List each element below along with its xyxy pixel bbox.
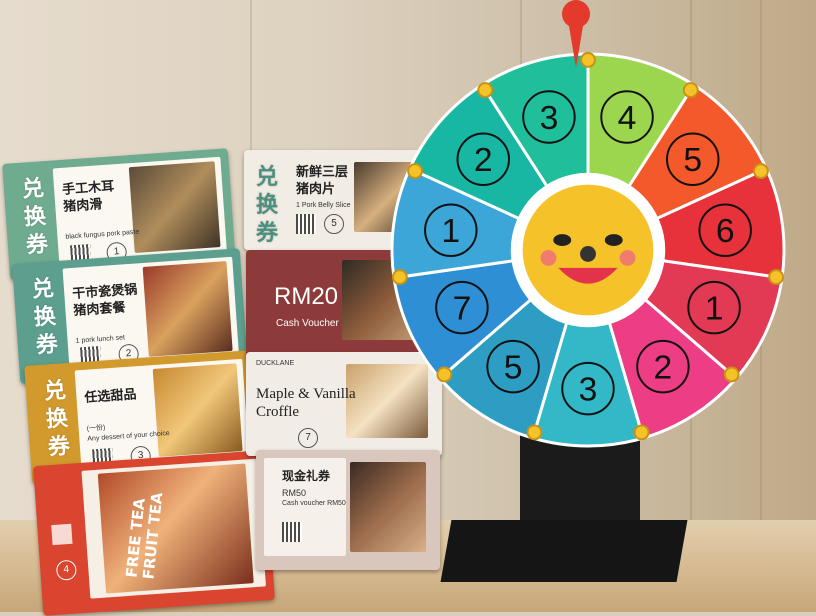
voucher-badge: 兑换券 bbox=[31, 276, 59, 359]
voucher-title-zh: 现金礼券 bbox=[282, 469, 331, 483]
voucher-card: DUCKLANE Maple & Vanilla Croffle 7 bbox=[246, 352, 442, 456]
voucher-qty: (一份) bbox=[86, 424, 106, 433]
voucher-badge: 兑换券 bbox=[21, 176, 49, 259]
wheel-number: 4 bbox=[618, 100, 637, 137]
wheel-peg bbox=[391, 269, 408, 285]
voucher-number: 4 bbox=[55, 559, 78, 581]
qr-code bbox=[282, 522, 302, 542]
voucher-title: Maple & Vanilla bbox=[256, 386, 356, 402]
wheel-peg bbox=[526, 424, 543, 441]
voucher-title-zh: 手工木耳 猪肉滑 bbox=[61, 179, 115, 215]
voucher-badge: 兑换券 bbox=[256, 165, 279, 246]
wheel-peg bbox=[633, 424, 650, 441]
wheel-number: 2 bbox=[654, 349, 673, 386]
cash-label: Cash Voucher bbox=[276, 318, 339, 329]
voucher-title-en: 1 Pork Belly Slice bbox=[296, 202, 351, 209]
smiley-cheek bbox=[540, 250, 557, 266]
smiley-eye-right bbox=[604, 234, 623, 247]
prize-wheel[interactable]: 45612357123 bbox=[390, 52, 786, 448]
smiley-eye-left bbox=[553, 234, 572, 247]
voucher-card: 现金礼券 RM50 Cash voucher RM50 bbox=[256, 450, 440, 570]
wheel-number: 1 bbox=[441, 213, 460, 250]
wheel-hub[interactable] bbox=[580, 246, 596, 262]
wheel-number: 5 bbox=[504, 349, 523, 386]
voucher-number: 7 bbox=[298, 428, 318, 448]
wheel-number: 2 bbox=[474, 142, 493, 179]
wheel-number: 7 bbox=[453, 290, 472, 327]
wheel-peg bbox=[477, 82, 494, 99]
wheel-peg bbox=[768, 269, 785, 285]
qr-code bbox=[51, 523, 73, 546]
voucher-badge: 兑换券 bbox=[43, 378, 71, 461]
wheel-peg bbox=[407, 163, 424, 179]
voucher-card: FREE TEA FRUIT TEA 4 bbox=[33, 450, 275, 616]
voucher-title-zh: 干市瓷煲锅 猪肉套餐 bbox=[71, 282, 138, 319]
wheel-peg bbox=[723, 366, 740, 383]
wheel-number: 3 bbox=[540, 100, 559, 137]
brand-label: DUCKLANE bbox=[256, 360, 295, 367]
smiley-cheek bbox=[619, 250, 636, 266]
wheel-peg bbox=[436, 366, 453, 383]
wheel-pointer-icon bbox=[560, 0, 592, 70]
wheel-number: 6 bbox=[716, 213, 735, 250]
voucher-title-zh: 新鲜三层 猪肉片 bbox=[296, 165, 349, 197]
wheel-peg bbox=[682, 82, 699, 99]
wheel-stand-base bbox=[440, 520, 688, 582]
voucher-title-en: Cash voucher RM50 bbox=[282, 500, 346, 507]
cash-amount: RM20 bbox=[274, 283, 339, 310]
wheel-number: 1 bbox=[705, 290, 724, 327]
qr-code bbox=[296, 214, 316, 234]
voucher-subtitle: Croffle bbox=[256, 404, 300, 420]
wheel-number: 3 bbox=[579, 371, 598, 408]
wheel-peg bbox=[752, 163, 769, 179]
voucher-amount: RM50 bbox=[282, 488, 307, 498]
voucher-number: 5 bbox=[324, 214, 344, 234]
wheel-number: 5 bbox=[683, 142, 702, 179]
